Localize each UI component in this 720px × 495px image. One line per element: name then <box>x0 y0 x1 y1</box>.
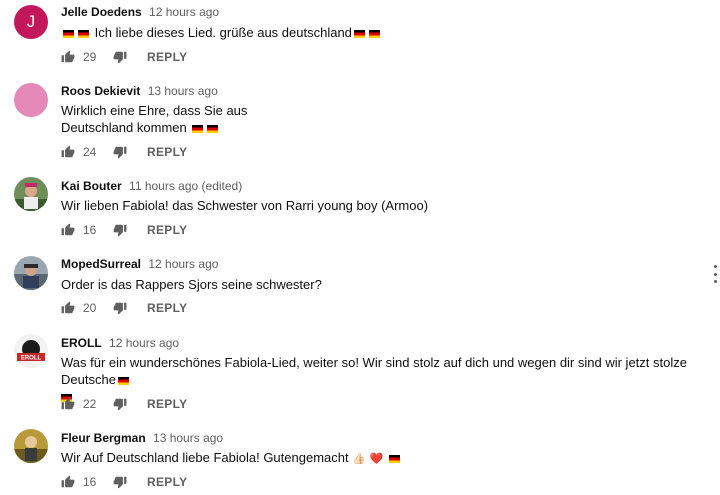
flag-de-icon <box>368 30 380 38</box>
avatar-text: EROLL <box>21 356 42 362</box>
heart-icon: ❤️ <box>369 453 384 465</box>
thumbs-up-icon[interactable] <box>61 145 75 159</box>
comment-time[interactable]: 12 hours ago <box>109 336 179 350</box>
comment-time[interactable]: 13 hours ago <box>148 84 218 98</box>
comment-author[interactable]: Kai Bouter <box>61 179 122 193</box>
thumbs-down-icon[interactable] <box>113 50 127 64</box>
avatar[interactable] <box>14 429 48 463</box>
thumbs-up-icon[interactable] <box>61 50 75 64</box>
avatar-image <box>14 429 48 463</box>
reply-button[interactable]: REPLY <box>147 301 187 315</box>
like-count: 24 <box>83 145 97 159</box>
comment-author[interactable]: Jelle Doedens <box>61 5 142 19</box>
avatar-letter: J <box>26 12 36 31</box>
thumbs-down-icon[interactable] <box>113 145 127 159</box>
reply-button[interactable]: REPLY <box>147 475 187 489</box>
like-count: 16 <box>83 475 97 489</box>
avatar-image: EROLL <box>14 334 48 368</box>
thumbs-up-icon[interactable] <box>61 223 75 237</box>
comment-text: Order is das Rappers Sjors seine schwest… <box>61 277 322 292</box>
comment-time[interactable]: 11 hours ago (edited) <box>129 179 242 193</box>
like-count: 29 <box>83 50 97 64</box>
comment-text: Wir lieben Fabiola! das Schwester von Ra… <box>61 198 429 213</box>
like-count: 22 <box>83 397 97 411</box>
avatar[interactable] <box>14 256 48 290</box>
comment-text: Wir Auf Deutschland liebe Fabiola! Guten… <box>61 449 701 468</box>
flag-de-icon <box>192 125 204 133</box>
avatar[interactable]: J <box>14 5 48 39</box>
thumbs-down-icon[interactable] <box>113 223 127 237</box>
flag-de-icon <box>63 30 74 38</box>
reply-button[interactable]: REPLY <box>147 397 187 411</box>
thumbs-up-icon[interactable] <box>61 475 75 489</box>
comment-time[interactable]: 12 hours ago <box>148 257 218 271</box>
reply-button[interactable]: REPLY <box>147 50 187 64</box>
more-vertical-icon[interactable] <box>712 265 718 283</box>
comment-author[interactable]: Fleur Bergman <box>61 431 146 445</box>
thumbs-down-icon[interactable] <box>113 475 127 489</box>
like-count: 20 <box>83 301 97 315</box>
comment-author[interactable]: MopedSurreal <box>61 257 141 271</box>
reply-button[interactable]: REPLY <box>147 223 187 237</box>
reply-button[interactable]: REPLY <box>147 145 187 159</box>
flag-de-icon <box>353 30 365 38</box>
avatar[interactable]: EROLL <box>14 334 48 368</box>
comment-time[interactable]: 13 hours ago <box>153 431 223 445</box>
comment-time[interactable]: 12 hours ago <box>149 5 219 19</box>
avatar[interactable] <box>14 177 48 211</box>
flag-de-icon <box>78 30 89 38</box>
comment-author[interactable]: Roos Dekievit <box>61 84 140 98</box>
avatar-image <box>14 256 48 290</box>
like-count: 16 <box>83 223 97 237</box>
comment-author[interactable]: EROLL <box>61 336 102 350</box>
thumbs-down-icon[interactable] <box>113 397 127 411</box>
flag-de-icon <box>388 455 400 463</box>
avatar-image <box>14 177 48 211</box>
avatar[interactable] <box>14 83 48 117</box>
comment-text: Wirklich eine Ehre, dass Sie aus Deutsch… <box>61 103 248 135</box>
flag-de-icon <box>117 377 129 385</box>
thumbs-up-emoji-icon: 👍🏻 <box>352 453 366 465</box>
thumbs-up-icon[interactable] <box>61 397 75 411</box>
thumbs-up-icon[interactable] <box>61 301 75 315</box>
thumbs-down-icon[interactable] <box>113 301 127 315</box>
comment-text: Ich liebe dieses Lied. grüße aus deutsch… <box>61 24 701 41</box>
flag-de-icon <box>207 125 219 133</box>
